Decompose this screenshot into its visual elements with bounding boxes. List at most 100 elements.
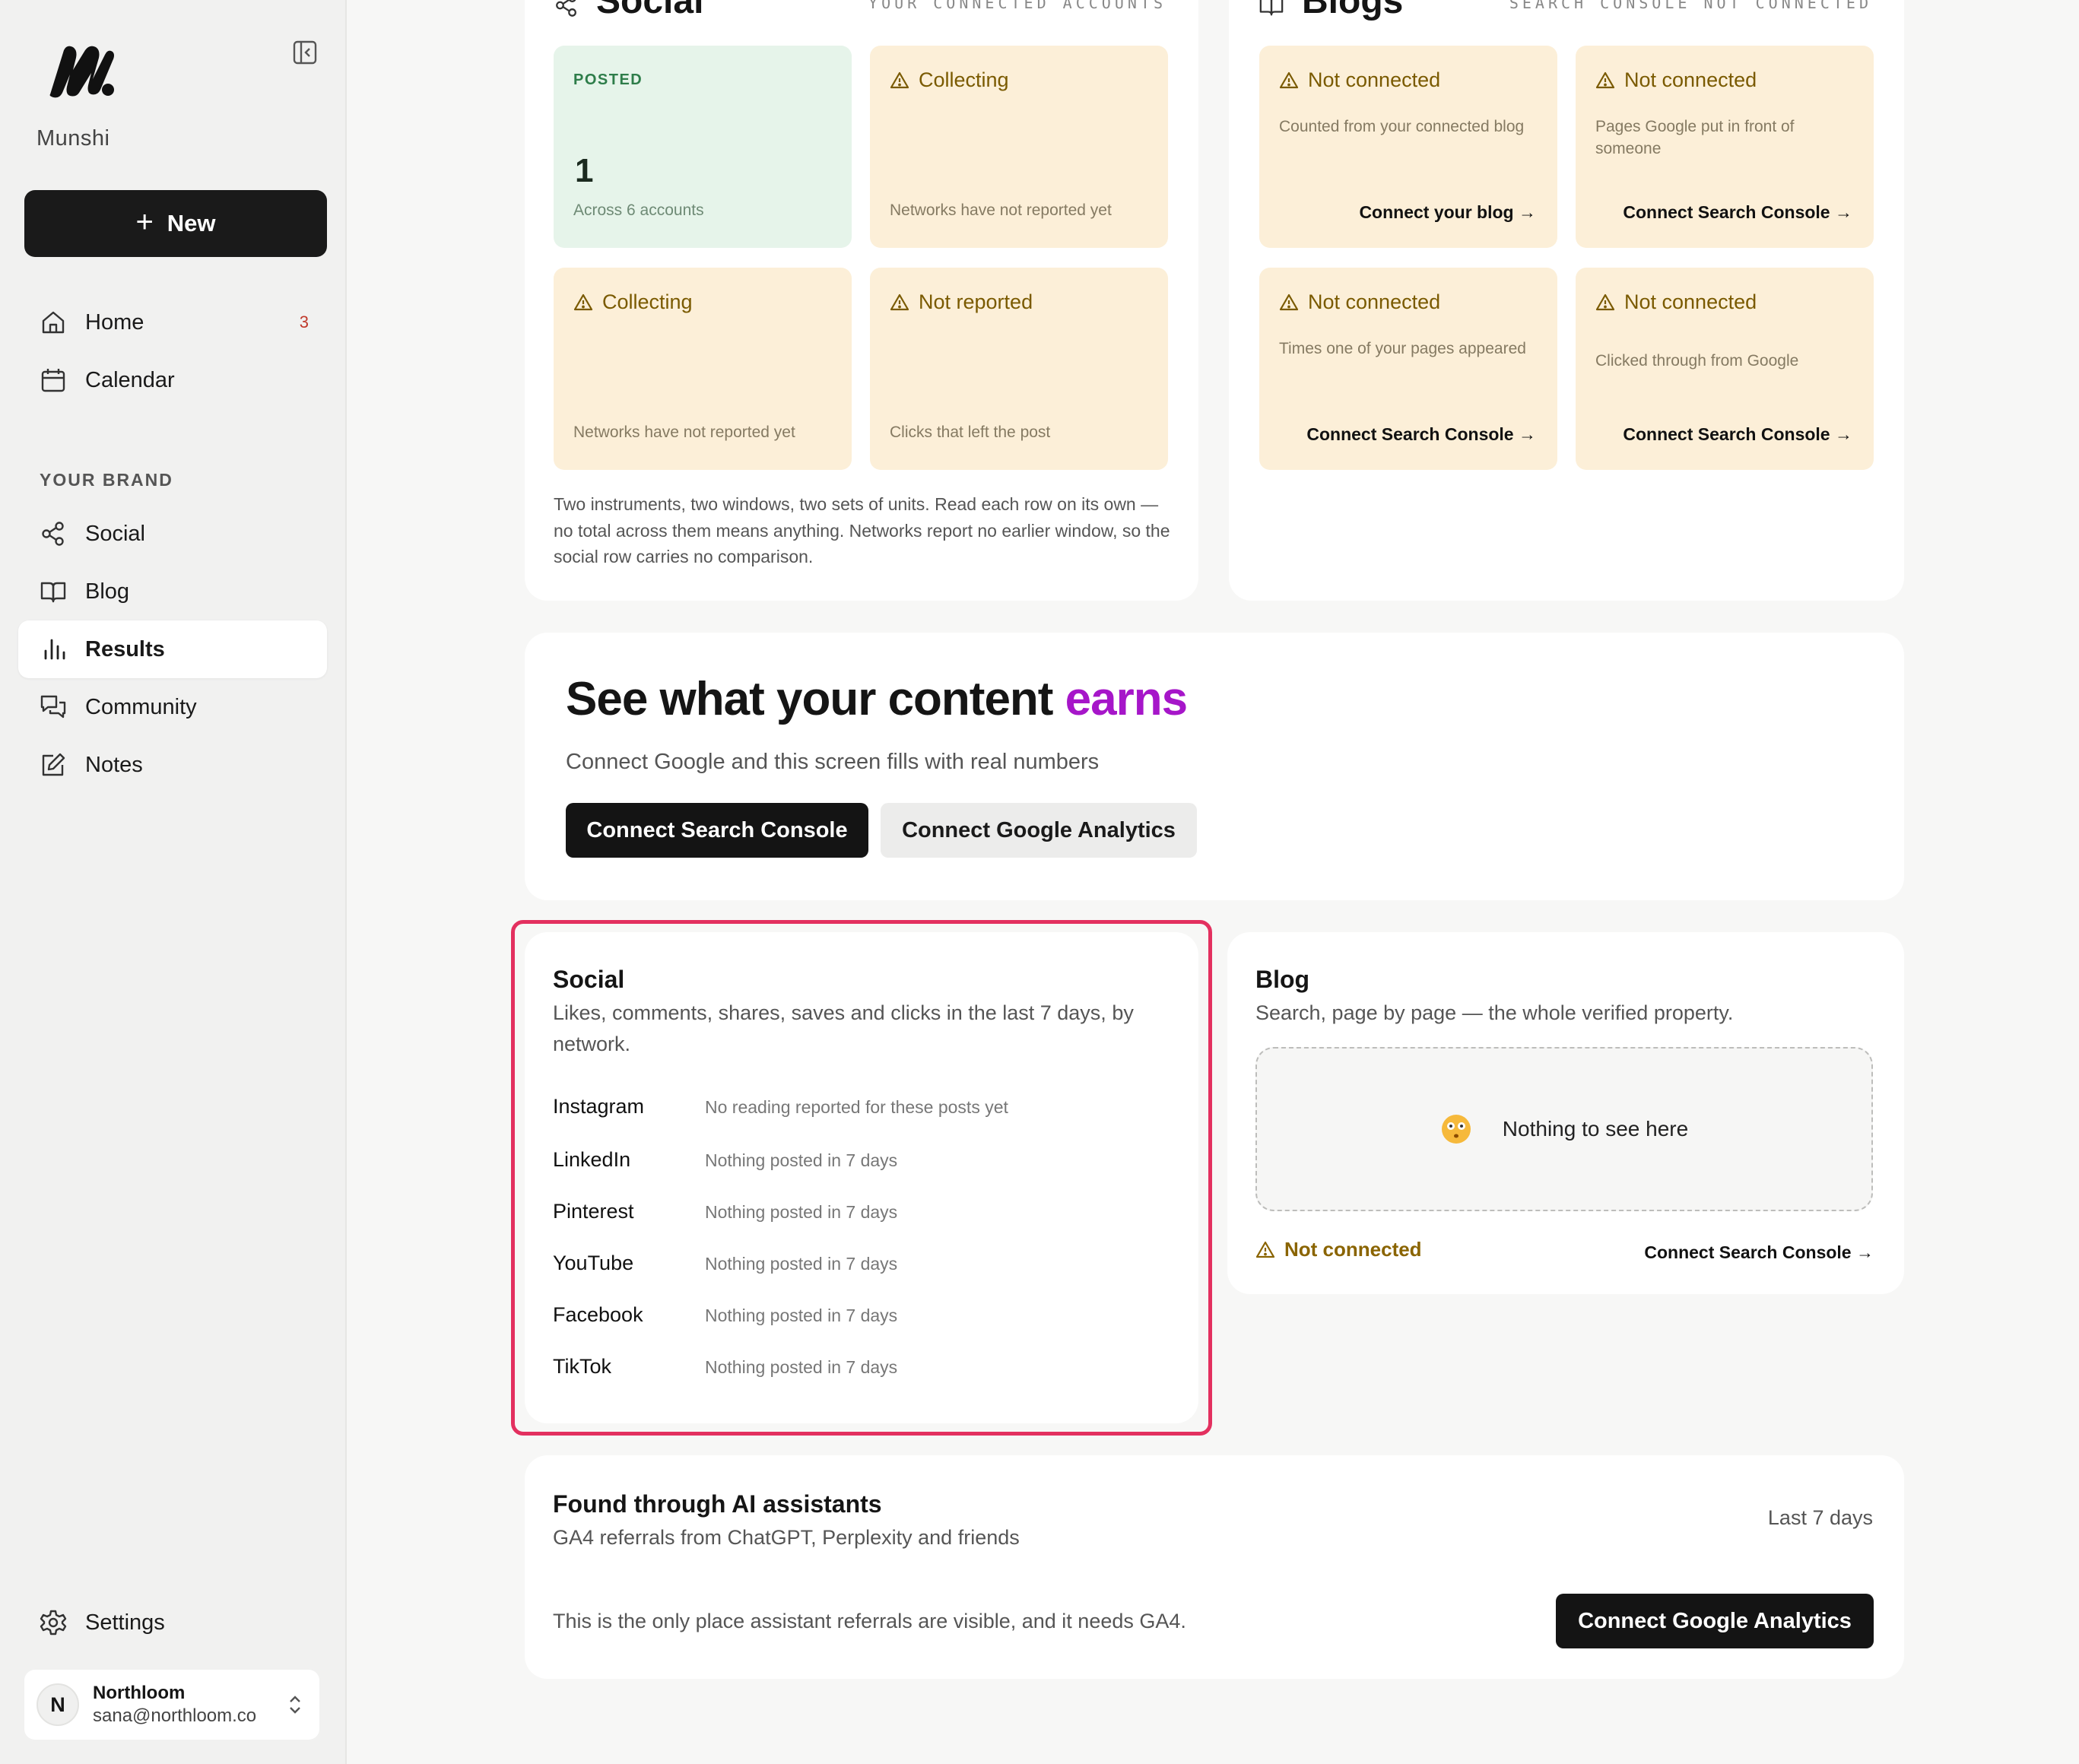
network-name: Instagram <box>553 1095 645 1118</box>
nav-label: Home <box>85 309 144 335</box>
metric-tile-not-connected: Not connected Clicked through from Googl… <box>1576 268 1874 470</box>
cta-title: See what your content earns <box>566 673 1188 725</box>
explanation-note: Two instruments, two windows, two sets o… <box>554 494 1170 566</box>
tile-status: Not connected <box>1279 68 1440 92</box>
munshi-logo[interactable] <box>47 44 117 99</box>
section-subtitle: Likes, comments, shares, saves and click… <box>553 1001 1134 1055</box>
gear-icon <box>40 1610 67 1636</box>
status-badge: Not connected <box>1255 1238 1422 1261</box>
tile-description: Across 6 accounts <box>573 201 704 219</box>
warning-icon <box>1595 71 1615 88</box>
edit-icon <box>42 753 65 776</box>
new-button-label: New <box>167 210 216 236</box>
network-row: Instagram No reading reported for these … <box>553 1095 1008 1118</box>
ai-referrals-note: This is the only place assistant referra… <box>553 1610 1186 1632</box>
tile-status: Collecting <box>573 290 693 314</box>
empty-state: Nothing to see here <box>1255 1047 1873 1211</box>
network-status: Nothing posted in 7 days <box>705 1254 898 1274</box>
bar-chart-icon <box>44 639 65 660</box>
surprised-face-icon <box>1441 1115 1471 1144</box>
nav-label: Notes <box>85 752 143 777</box>
tile-description: Pages Google put in front of someone <box>1595 118 1795 158</box>
network-name: Facebook <box>553 1303 643 1326</box>
network-name: YouTube <box>553 1252 634 1274</box>
empty-state-text: Nothing to see here <box>1502 1117 1689 1141</box>
account-switcher[interactable]: N Northloom sana@northloom.co <box>24 1670 319 1740</box>
cta-subtitle: Connect Google and this screen fills wit… <box>566 750 1100 774</box>
connect-search-console-link[interactable]: Connect Search Console → <box>1623 202 1852 223</box>
metric-tile-not-connected: Not connected Times one of your pages ap… <box>1259 268 1557 470</box>
connect-search-console-button[interactable]: Connect Search Console <box>566 803 868 858</box>
nav-item-community[interactable]: Community <box>18 678 327 736</box>
metric-tile-collecting: Collecting Networks have not reported ye… <box>554 268 852 470</box>
nav-item-blog[interactable]: Blog <box>18 563 327 620</box>
network-name: LinkedIn <box>553 1148 631 1171</box>
tile-description: Counted from your connected blog <box>1279 118 1525 135</box>
tile-description: Clicked through from Google <box>1595 352 1799 370</box>
tile-description: Networks have not reported yet <box>573 424 795 441</box>
connect-search-console-link[interactable]: Connect Search Console → <box>1623 424 1852 445</box>
nav-label: Community <box>85 694 197 719</box>
tile-value: 1 <box>575 152 594 189</box>
network-name: Pinterest <box>553 1200 634 1223</box>
nav-item-settings[interactable]: Settings <box>18 1594 327 1651</box>
connect-google-analytics-button[interactable]: Connect Google Analytics <box>881 803 1197 858</box>
network-status: Nothing posted in 7 days <box>705 1357 898 1377</box>
nav-item-social[interactable]: Social <box>18 505 327 563</box>
brand-name: Munshi <box>37 126 110 151</box>
panel-meta: SEARCH CONSOLE NOT CONNECTED <box>1509 0 1872 12</box>
account-info: Northloom sana@northloom.co <box>93 1683 256 1727</box>
nav-item-calendar[interactable]: Calendar <box>18 351 327 409</box>
nav-label: Blog <box>85 579 130 604</box>
network-row: LinkedIn Nothing posted in 7 days <box>553 1148 897 1172</box>
metric-tile-not-reported: Not reported Clicks that left the post <box>870 268 1168 470</box>
account-name: Northloom <box>93 1683 186 1703</box>
blogs-overview-card: Blogs SEARCH CONSOLE NOT CONNECTED Not c… <box>1229 0 1904 601</box>
nav-label: Settings <box>85 1610 165 1635</box>
sidebar-collapse-icon[interactable] <box>292 40 318 65</box>
section-label-your-brand: YOUR BRAND <box>40 470 173 490</box>
tile-description: Clicks that left the post <box>890 424 1051 441</box>
connect-search-console-link[interactable]: Connect Search Console → <box>1644 1242 1874 1263</box>
connect-google-analytics-button[interactable]: Connect Google Analytics <box>1556 1594 1874 1648</box>
sidebar: Munshi + New Home 3 Calendar YOUR BRAND … <box>0 0 347 1764</box>
calendar-icon <box>41 369 65 392</box>
network-row: YouTube Nothing posted in 7 days <box>553 1252 897 1275</box>
nav-item-notes[interactable]: Notes <box>18 736 327 794</box>
connect-blog-link[interactable]: Connect your blog → <box>1359 202 1536 223</box>
warning-icon <box>890 293 909 310</box>
avatar: N <box>37 1683 79 1726</box>
metric-tile-collecting: Collecting Networks have not reported ye… <box>870 46 1168 248</box>
tile-status: Not connected <box>1595 290 1757 314</box>
nav-item-results[interactable]: Results <box>18 620 327 678</box>
warning-icon <box>1255 1241 1275 1258</box>
share-icon <box>556 0 576 17</box>
network-status: Nothing posted in 7 days <box>705 1150 898 1170</box>
tile-status: Not reported <box>890 290 1033 314</box>
warning-icon <box>890 71 909 88</box>
network-status: Nothing posted in 7 days <box>705 1202 898 1222</box>
chat-bubbles-icon <box>40 695 66 719</box>
panel-title: Social <box>596 0 704 21</box>
social-overview-card: Social YOUR CONNECTED ACCOUNTS POSTED 1 … <box>525 0 1198 601</box>
warning-icon <box>1279 293 1299 310</box>
metric-tile-not-connected: Not connected Pages Google put in front … <box>1576 46 1874 248</box>
share-icon <box>42 522 64 546</box>
nav-item-home[interactable]: Home 3 <box>18 293 327 351</box>
book-icon <box>40 582 66 603</box>
section-subtitle: Search, page by page — the whole verifie… <box>1255 1001 1734 1024</box>
new-button[interactable]: + New <box>24 190 327 257</box>
nav-label: Results <box>85 636 165 662</box>
connect-search-console-link[interactable]: Connect Search Console → <box>1306 424 1536 445</box>
tile-status: Collecting <box>890 68 1009 92</box>
nav-label: Social <box>85 521 145 546</box>
tile-status: Not connected <box>1279 290 1440 314</box>
network-row: Pinterest Nothing posted in 7 days <box>553 1200 897 1223</box>
warning-icon <box>573 293 593 310</box>
section-title: Blog <box>1255 966 1310 993</box>
network-status: No reading reported for these posts yet <box>705 1097 1008 1117</box>
section-title: Found through AI assistants <box>553 1490 882 1518</box>
network-row: TikTok Nothing posted in 7 days <box>553 1355 897 1379</box>
home-icon <box>42 311 65 334</box>
account-email: sana@northloom.co <box>93 1705 257 1726</box>
